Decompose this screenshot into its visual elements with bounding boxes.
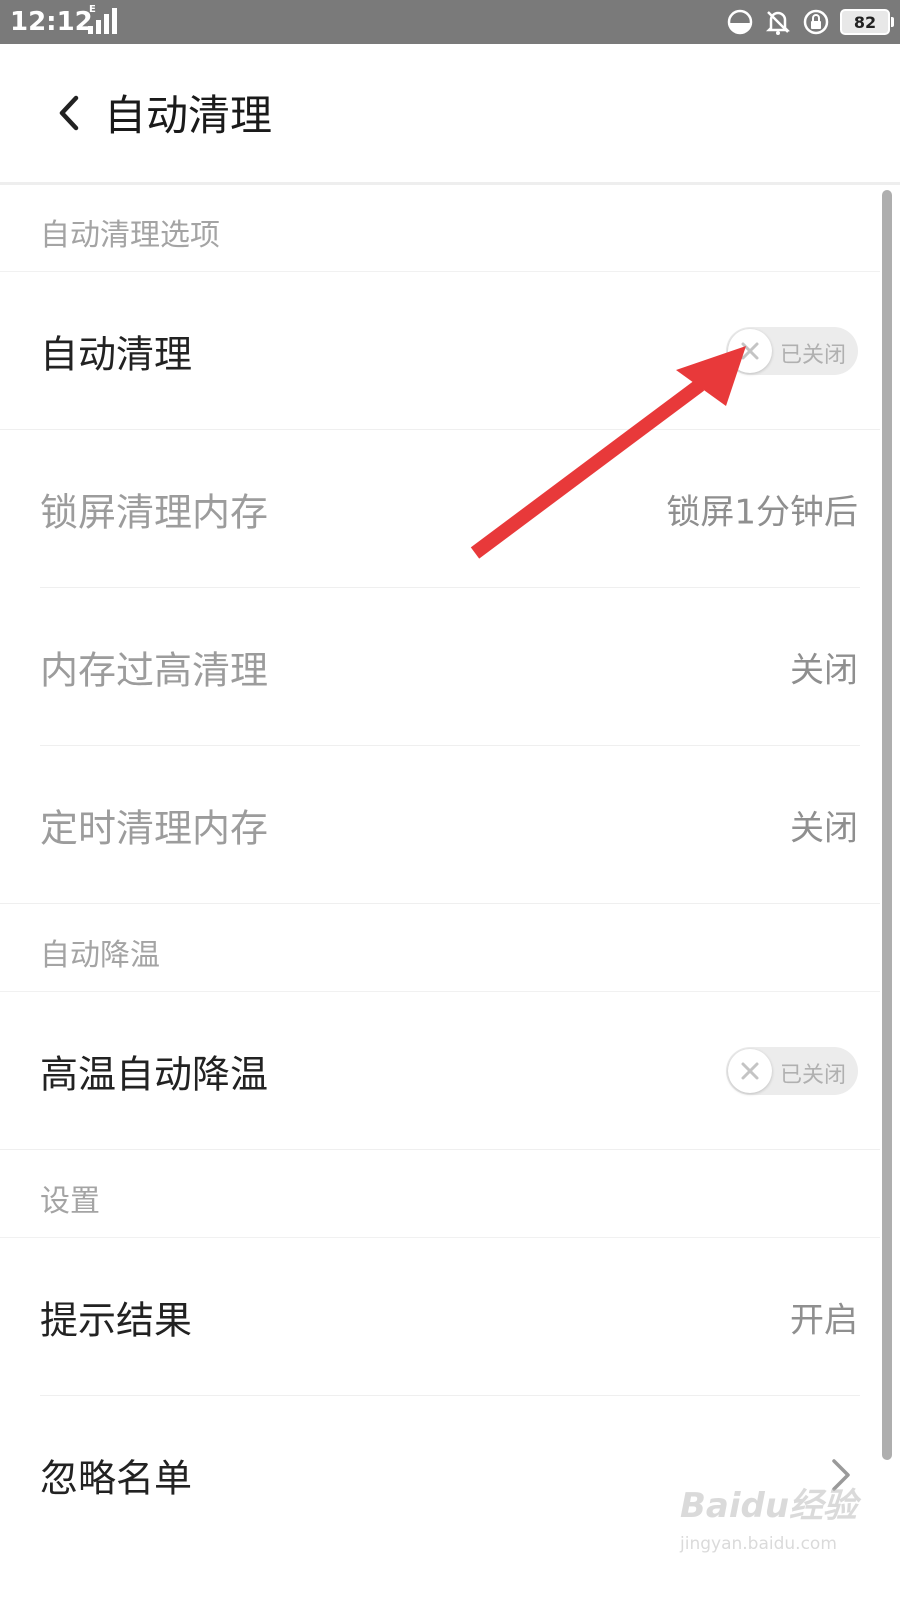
toggle-state-text: 已关闭 — [780, 1063, 847, 1088]
section-title: 自动清理选项 — [40, 218, 220, 253]
bell-off-icon — [765, 11, 791, 35]
scrollbar[interactable] — [882, 190, 892, 1460]
setting-value: 开启 — [790, 1300, 858, 1341]
setting-label: 提示结果 — [40, 1298, 193, 1343]
high-temp-cool-toggle[interactable]: 已关闭 — [726, 1047, 858, 1095]
data-saver-icon — [727, 9, 753, 35]
page-title: 自动清理 — [104, 91, 273, 140]
setting-row-memory-high-clean[interactable]: 内存过高清理 关闭 — [0, 588, 880, 746]
setting-row-show-result[interactable]: 提示结果 开启 — [0, 1238, 880, 1396]
setting-value: 关闭 — [790, 650, 858, 691]
section-header-auto-clean-options: 自动清理选项 — [0, 184, 880, 272]
toggle-knob — [728, 329, 772, 373]
settings-list: 自动清理选项 自动清理 已关闭 锁屏清理内存 锁屏1分钟后 内存过高清理 关闭 … — [0, 184, 880, 1554]
setting-value: 锁屏1分钟后 — [666, 492, 858, 533]
setting-row-scheduled-clean[interactable]: 定时清理内存 关闭 — [0, 746, 880, 904]
status-time: 12:12 — [10, 7, 93, 37]
setting-row-high-temp-cool[interactable]: 高温自动降温 已关闭 — [0, 992, 880, 1150]
setting-row-auto-clean[interactable]: 自动清理 已关闭 — [0, 272, 880, 430]
section-header-auto-cool: 自动降温 — [0, 904, 880, 992]
setting-label: 高温自动降温 — [40, 1052, 269, 1097]
setting-value: 关闭 — [790, 808, 858, 849]
auto-clean-toggle[interactable]: 已关闭 — [726, 327, 858, 375]
signal-icon — [88, 8, 117, 34]
rotation-lock-icon — [803, 9, 829, 35]
toggle-state-text: 已关闭 — [780, 343, 847, 368]
section-title: 设置 — [40, 1184, 100, 1219]
watermark-url: jingyan.baidu.com — [680, 1534, 837, 1554]
section-header-settings: 设置 — [0, 1150, 880, 1238]
battery-level: 82 — [853, 12, 877, 32]
toggle-knob — [728, 1049, 772, 1093]
close-icon — [741, 1062, 759, 1080]
close-icon — [741, 342, 759, 360]
status-bar: 12:12 E 82 — [0, 0, 900, 44]
battery-indicator: 82 — [840, 9, 894, 35]
app-header: 自动清理 — [0, 44, 900, 180]
setting-label: 锁屏清理内存 — [40, 490, 269, 535]
baidu-watermark: Baidu经验 jingyan.baidu.com — [680, 1478, 860, 1576]
setting-row-lock-screen-clean[interactable]: 锁屏清理内存 锁屏1分钟后 — [0, 430, 880, 588]
setting-label: 定时清理内存 — [40, 806, 269, 851]
watermark-logo: Baidu经验 — [680, 1486, 858, 1526]
chevron-left-icon[interactable] — [44, 88, 94, 138]
setting-label: 内存过高清理 — [40, 648, 269, 693]
section-title: 自动降温 — [40, 938, 160, 973]
setting-label: 自动清理 — [40, 332, 193, 377]
setting-label: 忽略名单 — [40, 1456, 193, 1501]
